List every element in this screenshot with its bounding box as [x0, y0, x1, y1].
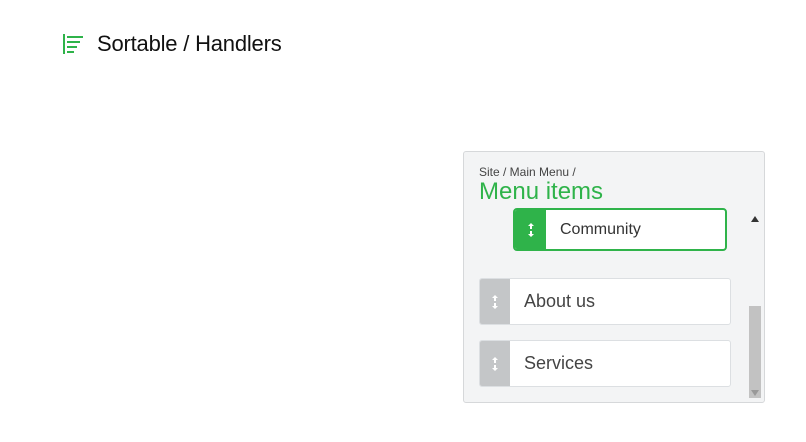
scroll-up-arrow-icon[interactable] [749, 214, 761, 224]
scroll-down-arrow-icon[interactable] [749, 388, 761, 398]
page-title: Sortable / Handlers [97, 31, 282, 56]
list-item-label: Community [560, 220, 641, 238]
list-item-label: About us [524, 291, 596, 311]
list-item-community-dragging[interactable]: Community [513, 208, 727, 251]
breadcrumb: Site / Main Menu / [479, 165, 576, 179]
drag-handle-icon [527, 222, 534, 237]
scroll-thumb[interactable] [749, 306, 761, 398]
list-item-about-us[interactable]: About us [479, 278, 731, 325]
drag-handle[interactable] [480, 341, 510, 386]
page-header: Sortable / Handlers [62, 31, 282, 57]
scroll-track[interactable] [749, 226, 761, 398]
drag-handle-icon [492, 356, 498, 371]
sort-list-icon [63, 34, 83, 54]
list-item-label: Services [524, 353, 594, 373]
panel-title: Menu items [479, 178, 604, 205]
vertical-scrollbar[interactable] [749, 214, 761, 398]
list-item-services[interactable]: Services [479, 340, 731, 387]
menu-items-panel: Site / Main Menu / Menu items About us S… [463, 151, 765, 403]
drag-handle[interactable] [480, 279, 510, 324]
drag-handle-icon [492, 294, 498, 309]
drag-handle[interactable] [515, 210, 546, 249]
